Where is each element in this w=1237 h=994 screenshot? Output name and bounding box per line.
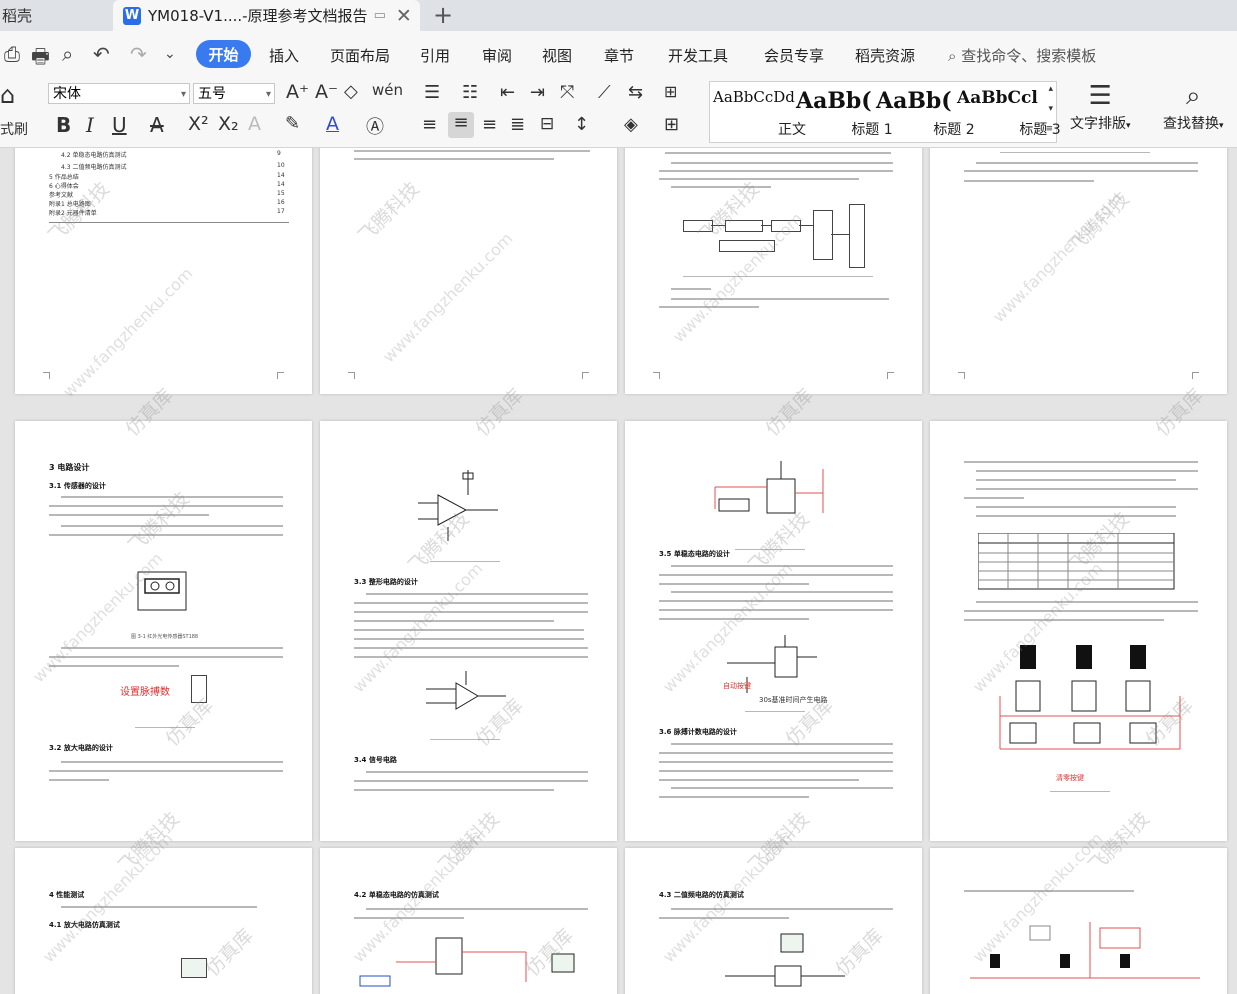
page-4: [930, 148, 1227, 394]
shaping-circuit: [426, 671, 506, 710]
char-border-icon[interactable]: Ⓐ: [366, 113, 384, 139]
shrink-font-icon[interactable]: A⁻: [315, 81, 338, 103]
style-heading-2[interactable]: AaBb( 标题 2: [874, 82, 975, 142]
timer-circuit: [727, 635, 817, 693]
chevron-down-icon[interactable]: ▾: [1048, 104, 1053, 114]
menu-page-layout[interactable]: 页面布局: [330, 45, 390, 66]
menu-developer[interactable]: 开发工具: [668, 45, 728, 66]
menu-review[interactable]: 审阅: [482, 45, 512, 66]
find-replace-button[interactable]: ⌕ 查找替换▾: [1163, 81, 1224, 133]
text-effect-icon[interactable]: A: [248, 113, 261, 135]
style-normal[interactable]: AaBbCcDd 正文: [710, 82, 806, 142]
show-marks-icon[interactable]: ⊞: [664, 82, 677, 101]
format-painter-icon[interactable]: ⌂: [0, 81, 15, 109]
total-circuit: [970, 922, 1200, 979]
sensor-figure: [137, 571, 187, 611]
align-left-icon[interactable]: ≡: [422, 114, 437, 135]
save-icon[interactable]: ⎙: [4, 42, 20, 66]
menu-chapter[interactable]: 章节: [604, 45, 634, 66]
ic-555-circuit: [714, 461, 824, 514]
page-12: [930, 848, 1227, 994]
chinese-layout-icon[interactable]: ⤧: [560, 82, 574, 103]
freq-sim-circuit: [725, 933, 845, 987]
page-11: 4.3 二值频电路的仿真测试: [625, 848, 922, 994]
counter-circuit: [999, 645, 1181, 750]
mono-sim-circuit: [359, 937, 575, 987]
phonetic-guide-icon[interactable]: wén: [372, 81, 403, 99]
font-color-icon[interactable]: A: [326, 113, 339, 135]
page-10: 4.2 单稳态电路的仿真测试: [320, 848, 617, 994]
increase-indent-icon[interactable]: ⇥: [530, 82, 545, 103]
print-icon[interactable]: 🖶: [31, 42, 50, 76]
page-6: 3.3 整形电路的设计 3.4 信号电路: [320, 421, 617, 841]
tab-daoke[interactable]: 稻壳: [0, 0, 112, 31]
borders-icon[interactable]: ⊞: [664, 114, 679, 135]
font-family-select[interactable]: 宋体 ▾: [48, 83, 190, 104]
shading-icon[interactable]: ◈: [624, 114, 638, 135]
highlight-icon[interactable]: ✎: [285, 113, 300, 134]
print-preview-icon[interactable]: ⌕: [62, 42, 73, 66]
menu-start[interactable]: 开始: [196, 40, 251, 68]
align-right-icon[interactable]: ≡: [482, 114, 497, 135]
ribbon-toolbar: ⌂ 式刷 宋体 ▾ 五号 ▾ A⁺ A⁻ ◇ wén B I U A X² X₂ A…: [0, 77, 1237, 148]
chevron-up-icon[interactable]: ▴: [1048, 84, 1053, 94]
add-tab-icon[interactable]: +: [433, 1, 453, 29]
magnifier-icon: ⌕: [1185, 81, 1201, 111]
sort-icon[interactable]: ⇆: [628, 82, 643, 103]
search-icon: ⌕: [948, 47, 957, 65]
grow-font-icon[interactable]: A⁺: [286, 81, 309, 103]
menu-bar: ⎙ 🖶 ⌕ ↶ ↷ ⌄ 开始 插入 页面布局 引用 审阅 视图 章节 开发工具 …: [0, 31, 1237, 77]
page-3: [625, 148, 922, 394]
numbered-list-icon[interactable]: ☷: [462, 82, 478, 103]
text-direction-icon[interactable]: ⟋: [598, 82, 611, 103]
subscript-icon[interactable]: X₂: [218, 113, 239, 135]
italic-icon[interactable]: I: [86, 113, 94, 137]
bold-icon[interactable]: B: [56, 113, 71, 137]
function-table: [978, 533, 1175, 590]
menu-references[interactable]: 引用: [420, 45, 450, 66]
page-7: 3.5 单稳态电路的设计 自动按键 30s基准时间产生电路 3.6 脉搏计数电路…: [625, 421, 922, 841]
font-size-select[interactable]: 五号 ▾: [193, 83, 275, 104]
menu-daoke-resources[interactable]: 稻壳资源: [855, 45, 915, 66]
undo-icon[interactable]: ↶: [93, 42, 110, 66]
align-center-icon[interactable]: ≡: [448, 112, 474, 138]
page-1: 4.2 单稳态电路仿真测试 9 4.3 二值频电路仿真测试 10 5 作品总结 …: [15, 148, 312, 394]
page-9: 4 性能测试 4.1 放大电路仿真测试: [15, 848, 312, 994]
command-search[interactable]: ⌕ 查找命令、搜索模板: [948, 45, 1096, 66]
page-8: 清零按键: [930, 421, 1227, 841]
page-2: [320, 148, 617, 394]
strikethrough-icon[interactable]: A: [150, 113, 164, 137]
monitor-icon[interactable]: ▭: [374, 8, 386, 23]
distribute-icon[interactable]: ⊟: [540, 114, 554, 134]
expand-gallery-icon[interactable]: ≡: [1045, 124, 1053, 134]
tab-document[interactable]: W YM018-V1....-原理参考文档报告 ▭ ✕: [113, 0, 420, 31]
tab-document-title: YM018-V1....-原理参考文档报告: [148, 7, 368, 25]
menu-member[interactable]: 会员专享: [764, 45, 824, 66]
bullet-list-icon[interactable]: ☰: [424, 82, 440, 103]
chevron-down-icon[interactable]: ⌄: [164, 46, 176, 62]
document-canvas[interactable]: 4.2 单稳态电路仿真测试 9 4.3 二值频电路仿真测试 10 5 作品总结 …: [0, 148, 1237, 994]
close-icon[interactable]: ✕: [396, 5, 412, 27]
justify-icon[interactable]: ≣: [510, 114, 525, 135]
style-heading-1[interactable]: AaBb( 标题 1: [794, 82, 893, 142]
chevron-down-icon: ▾: [265, 89, 271, 100]
style-heading-3[interactable]: AaBbCcl 标题 3: [956, 82, 1061, 142]
redo-icon[interactable]: ↷: [130, 42, 147, 66]
underline-icon[interactable]: U: [112, 113, 127, 137]
tab-bar: 稻壳 W YM018-V1....-原理参考文档报告 ▭ ✕ +: [0, 0, 1237, 31]
clear-format-icon[interactable]: ◇: [344, 81, 358, 102]
menu-view[interactable]: 视图: [542, 45, 572, 66]
wps-writer-icon: W: [123, 6, 141, 25]
page-5: 3 电路设计 3.1 传感器的设计 图 3-1 红外光电传感器ST188 设置脉…: [15, 421, 312, 841]
text-layout-icon: ☰: [1088, 81, 1112, 111]
line-spacing-icon[interactable]: ↕: [574, 114, 589, 135]
text-layout-button[interactable]: ☰ 文字排版▾: [1070, 81, 1131, 133]
superscript-icon[interactable]: X²: [188, 113, 209, 135]
menu-insert[interactable]: 插入: [269, 45, 299, 66]
style-gallery: AaBbCcDd 正文 AaBb( 标题 1 AaBb( 标题 2 AaBbCc…: [709, 81, 1061, 143]
chevron-down-icon: ▾: [180, 89, 186, 100]
comparator-circuit: [418, 470, 498, 541]
format-painter-label[interactable]: 式刷: [0, 119, 28, 139]
decrease-indent-icon[interactable]: ⇤: [500, 82, 515, 103]
